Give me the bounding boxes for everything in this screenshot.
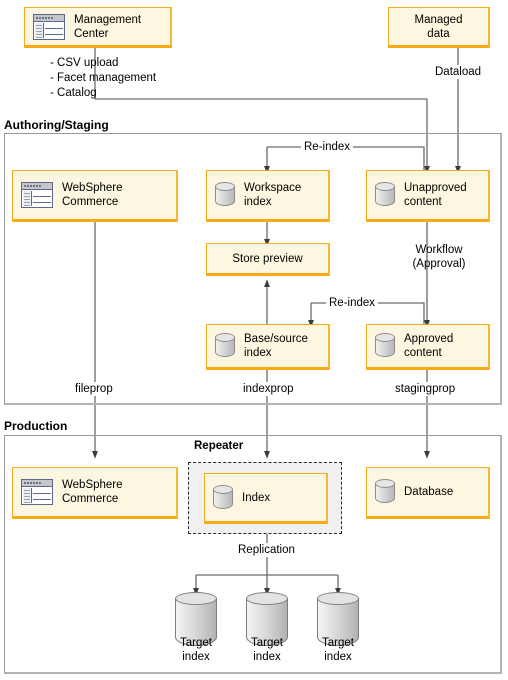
application-window-icon <box>33 13 65 40</box>
label-fileprop: fileprop <box>72 382 116 396</box>
database-cylinder-icon <box>213 484 233 511</box>
node-approved-content[interactable]: Approved content <box>366 324 490 370</box>
management-center-operations-list: - CSV upload - Facet management - Catalo… <box>50 57 157 99</box>
node-production-index[interactable]: Index <box>204 473 328 524</box>
node-label: Database <box>404 486 454 498</box>
node-label: Managed data <box>414 13 463 40</box>
label-target-index-3: Target index <box>322 637 354 663</box>
node-label: Approved content <box>404 333 454 359</box>
node-label: Index <box>242 491 271 504</box>
database-cylinder-icon <box>215 333 235 359</box>
node-label: WebSphere Commerce <box>62 479 123 505</box>
label-target-index-2: Target index <box>251 637 283 663</box>
repeater-title: Repeater <box>194 440 244 452</box>
node-websphere-commerce-authoring[interactable]: WebSphere Commerce <box>12 170 178 222</box>
node-database[interactable]: Database <box>366 467 490 519</box>
label-indexprop: indexprop <box>240 382 297 396</box>
node-label: Base/source index <box>244 333 308 359</box>
node-label: Unapproved content <box>404 182 467 208</box>
node-store-preview[interactable]: Store preview <box>206 243 330 276</box>
label-dataload: Dataload <box>432 65 485 79</box>
section-title-production: Production <box>4 419 68 433</box>
database-cylinder-icon <box>375 333 395 359</box>
node-unapproved-content[interactable]: Unapproved content <box>366 170 490 222</box>
label-reindex-bottom: Re-index <box>326 296 379 310</box>
application-window-icon <box>21 479 53 505</box>
application-window-icon <box>21 182 53 208</box>
node-websphere-commerce-production[interactable]: WebSphere Commerce <box>12 467 178 519</box>
section-title-authoring-staging: Authoring/Staging <box>4 118 109 132</box>
architecture-diagram: Management Center Managed data - CSV upl… <box>0 0 508 680</box>
label-workflow-approval: Workflow (Approval) <box>412 244 466 270</box>
database-cylinder-icon <box>215 182 235 208</box>
node-label: Store preview <box>232 252 303 265</box>
node-managed-data[interactable]: Managed data <box>388 7 490 48</box>
node-workspace-index[interactable]: Workspace index <box>206 170 330 222</box>
label-target-index-1: Target index <box>180 637 212 663</box>
label-reindex-top: Re-index <box>301 140 354 154</box>
database-cylinder-icon <box>375 479 395 505</box>
node-base-source-index[interactable]: Base/source index <box>206 324 330 370</box>
node-label: WebSphere Commerce <box>62 182 123 208</box>
label-stagingprop: stagingprop <box>392 382 459 396</box>
node-management-center[interactable]: Management Center <box>24 7 172 48</box>
node-label: Management Center <box>74 13 142 40</box>
node-label: Workspace index <box>244 182 302 208</box>
database-cylinder-icon <box>375 182 395 208</box>
label-replication: Replication <box>235 543 298 557</box>
